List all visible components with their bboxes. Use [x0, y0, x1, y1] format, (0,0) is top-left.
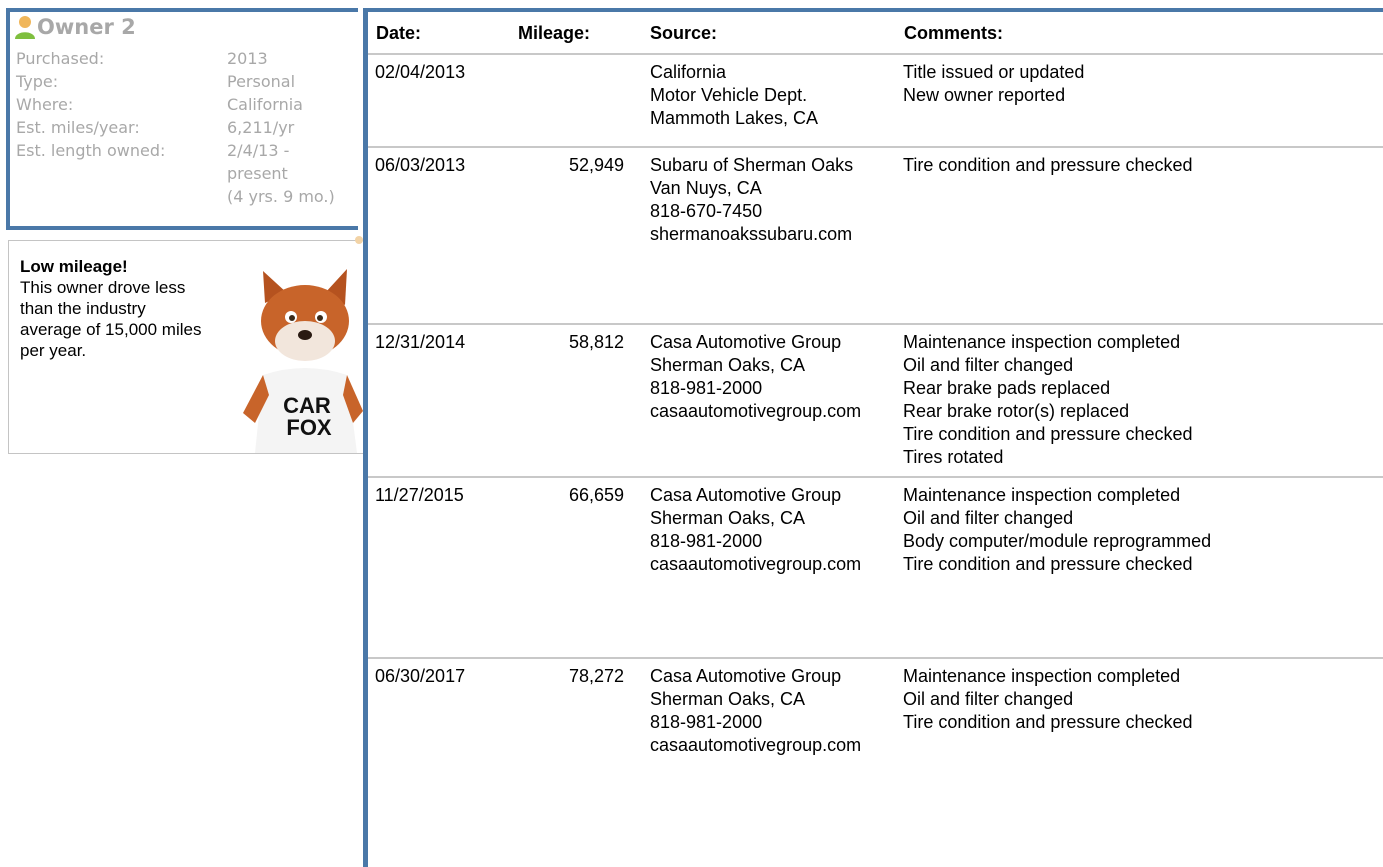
header-date: Date: [376, 23, 422, 43]
callout-text: Low mileage! This owner drove less than … [20, 256, 210, 361]
source-line: Casa Automotive Group [650, 666, 842, 686]
detail-label: Purchased: [16, 49, 105, 68]
table-header-row: Date: Mileage: Source: Comments: [368, 12, 1383, 55]
cell-date: 06/30/2017 [375, 666, 466, 686]
source-link[interactable]: casaautomotivegroup.com [650, 400, 878, 423]
source-line: California [650, 62, 727, 82]
cell-date: 11/27/2015 [375, 485, 464, 505]
callout-title: Low mileage! [20, 257, 128, 276]
cell-comments: Maintenance inspection completed Oil and… [903, 484, 1383, 576]
detail-value: (4 yrs. 9 mo.) [227, 187, 335, 206]
comment-line: Maintenance inspection completed [903, 666, 1181, 686]
cell-source: California Motor Vehicle Dept. Mammoth L… [650, 61, 878, 130]
detail-value: 6,211/yr [227, 118, 295, 137]
cell-date: 12/31/2014 [375, 332, 466, 352]
detail-value: 2013 [227, 49, 268, 68]
callout-body: This owner drove less than the industry … [20, 278, 202, 360]
source-line: Motor Vehicle Dept. [650, 85, 808, 105]
cell-date: 02/04/2013 [375, 62, 466, 82]
comment-line: Tire condition and pressure checked [903, 712, 1193, 732]
comment-line: Maintenance inspection completed [903, 485, 1181, 505]
cell-source: Casa Automotive Group Sherman Oaks, CA 8… [650, 331, 878, 423]
owner-title: Owner 2 [37, 15, 136, 39]
comment-line: Rear brake rotor(s) replaced [903, 401, 1130, 421]
table-row: 06/30/2017 78,272 Casa Automotive Group … [368, 659, 1383, 834]
table-row: 11/27/2015 66,659 Casa Automotive Group … [368, 478, 1383, 659]
comment-line: Oil and filter changed [903, 508, 1074, 528]
comment-line: Maintenance inspection completed [903, 332, 1181, 352]
source-line: 818-981-2000 [650, 531, 763, 551]
detail-label: Est. miles/year: [16, 118, 140, 137]
comment-line: Tire condition and pressure checked [903, 424, 1193, 444]
source-line: 818-981-2000 [650, 712, 763, 732]
cell-source: Casa Automotive Group Sherman Oaks, CA 8… [650, 665, 878, 757]
cell-comments: Maintenance inspection completed Oil and… [903, 331, 1383, 469]
source-line: 818-670-7450 [650, 201, 763, 221]
source-line: Casa Automotive Group [650, 485, 842, 505]
detail-label: Where: [16, 95, 74, 114]
source-link[interactable]: casaautomotivegroup.com [650, 553, 878, 576]
comment-line: Rear brake pads replaced [903, 378, 1111, 398]
cell-source: Subaru of Sherman Oaks Van Nuys, CA 818-… [650, 154, 878, 246]
comment-line: Tire condition and pressure checked [903, 155, 1193, 175]
comment-line: Tires rotated [903, 447, 1004, 467]
source-line: Mammoth Lakes, CA [650, 108, 819, 128]
person-icon [15, 16, 35, 39]
header-mileage: Mileage: [518, 23, 591, 43]
comment-line: Body computer/module reprogrammed [903, 531, 1212, 551]
cell-comments: Tire condition and pressure checked [903, 154, 1383, 177]
source-line: 818-981-2000 [650, 378, 763, 398]
cell-date: 06/03/2013 [375, 155, 466, 175]
detail-label: Type: [16, 72, 59, 91]
cell-mileage: 58,812 [568, 332, 624, 352]
header-source: Source: [650, 23, 718, 43]
cell-source: Casa Automotive Group Sherman Oaks, CA 8… [650, 484, 878, 576]
cell-mileage: 66,659 [568, 485, 624, 505]
detail-value: 2/4/13 - [227, 141, 290, 160]
detail-label: Est. length owned: [16, 141, 166, 160]
comment-line: Oil and filter changed [903, 689, 1074, 709]
comment-line: Title issued or updated [903, 62, 1085, 82]
detail-value: present [227, 164, 288, 183]
detail-value: Personal [227, 72, 296, 91]
owner-panel: Owner 2 Purchased: 2013 Type: Personal W… [6, 8, 358, 230]
mascot-shirt-text-2: FOX [286, 415, 332, 440]
comment-line: New owner reported [903, 85, 1066, 105]
callout-corner-decoration [355, 236, 363, 244]
low-mileage-callout: Low mileage! This owner drove less than … [8, 240, 363, 454]
source-line: Sherman Oaks, CA [650, 689, 806, 709]
table-row: 02/04/2013 California Motor Vehicle Dept… [368, 55, 1383, 148]
table-row: 06/03/2013 52,949 Subaru of Sherman Oaks… [368, 148, 1383, 325]
source-line: Sherman Oaks, CA [650, 355, 806, 375]
history-table: Date: Mileage: Source: Comments: 02/04/2… [368, 12, 1383, 834]
source-line: Casa Automotive Group [650, 332, 842, 352]
header-comments: Comments: [904, 23, 1004, 43]
cell-comments: Title issued or updated New owner report… [903, 61, 1383, 107]
table-row: 12/31/2014 58,812 Casa Automotive Group … [368, 325, 1383, 478]
cell-comments: Maintenance inspection completed Oil and… [903, 665, 1383, 734]
cell-mileage: 52,949 [568, 155, 624, 175]
owner-header: Owner 2 [14, 14, 136, 40]
cell-mileage: 78,272 [568, 666, 624, 686]
source-line: Subaru of Sherman Oaks [650, 155, 854, 175]
source-line: Van Nuys, CA [650, 178, 762, 198]
carfox-mascot-icon: CAR FOX [243, 269, 363, 453]
comment-line: Tire condition and pressure checked [903, 554, 1193, 574]
detail-value: California [227, 95, 303, 114]
comment-line: Oil and filter changed [903, 355, 1074, 375]
source-link[interactable]: casaautomotivegroup.com [650, 734, 878, 757]
source-line: Sherman Oaks, CA [650, 508, 806, 528]
source-link[interactable]: shermanoakssubaru.com [650, 223, 878, 246]
